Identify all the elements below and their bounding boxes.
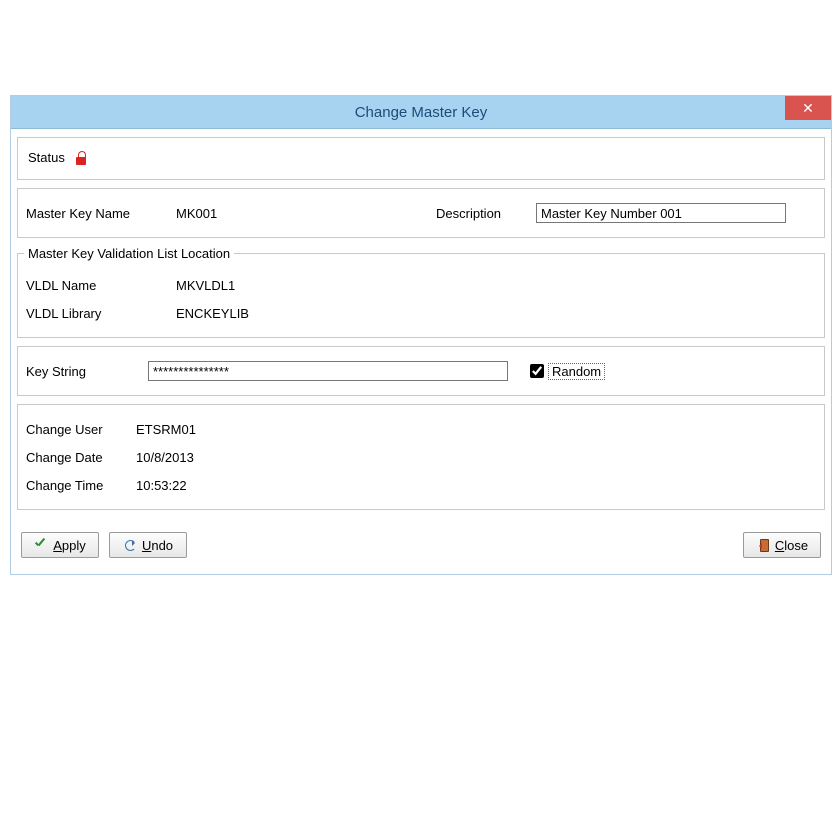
window-title: Change Master Key: [355, 104, 488, 121]
apply-button[interactable]: Apply: [21, 532, 99, 558]
door-icon: [756, 538, 770, 552]
status-label: Status: [28, 150, 65, 165]
close-label-rest: lose: [784, 538, 808, 553]
masterkey-name-value: MK001: [176, 202, 217, 225]
changeinfo-panel: Change User ETSRM01 Change Date 10/8/201…: [17, 404, 825, 510]
dialog-window: Change Master Key ✕ Status Master Key Na…: [10, 95, 832, 575]
close-icon: ✕: [802, 101, 814, 115]
undo-label-rest: ndo: [151, 538, 173, 553]
description-input[interactable]: [536, 203, 786, 223]
random-checkbox[interactable]: [530, 364, 544, 378]
changedate-label: Change Date: [26, 446, 136, 469]
status-panel: Status: [17, 137, 825, 180]
apply-accelerator: A: [53, 538, 62, 553]
undo-button[interactable]: Undo: [109, 532, 187, 558]
check-icon: [34, 538, 48, 552]
masterkey-panel: Master Key Name MK001 Description: [17, 188, 825, 238]
changeuser-label: Change User: [26, 418, 136, 441]
titlebar: Change Master Key ✕: [11, 96, 831, 129]
client-area: Status Master Key Name MK001 Description…: [11, 129, 831, 574]
keystring-panel: Key String Random: [17, 346, 825, 396]
random-label[interactable]: Random: [548, 363, 605, 380]
vldl-legend: Master Key Validation List Location: [24, 246, 234, 261]
description-label: Description: [436, 206, 536, 221]
vldl-library-label: VLDL Library: [26, 302, 176, 325]
undo-icon: [123, 538, 137, 552]
changetime-label: Change Time: [26, 474, 136, 497]
close-accelerator: C: [775, 538, 784, 553]
changetime-value: 10:53:22: [136, 474, 187, 497]
masterkey-name-label: Master Key Name: [26, 202, 176, 225]
window-close-button[interactable]: ✕: [785, 96, 831, 120]
keystring-input[interactable]: [148, 361, 508, 381]
button-bar: Apply Undo Close: [17, 518, 825, 562]
vldl-library-value: ENCKEYLIB: [176, 302, 249, 325]
apply-label-rest: pply: [62, 538, 86, 553]
undo-accelerator: U: [142, 538, 151, 553]
lock-icon: [75, 151, 87, 165]
vldl-panel: Master Key Validation List Location VLDL…: [17, 246, 825, 338]
changedate-value: 10/8/2013: [136, 446, 194, 469]
vldl-name-value: MKVLDL1: [176, 274, 235, 297]
vldl-name-label: VLDL Name: [26, 274, 176, 297]
close-button[interactable]: Close: [743, 532, 821, 558]
changeuser-value: ETSRM01: [136, 418, 196, 441]
